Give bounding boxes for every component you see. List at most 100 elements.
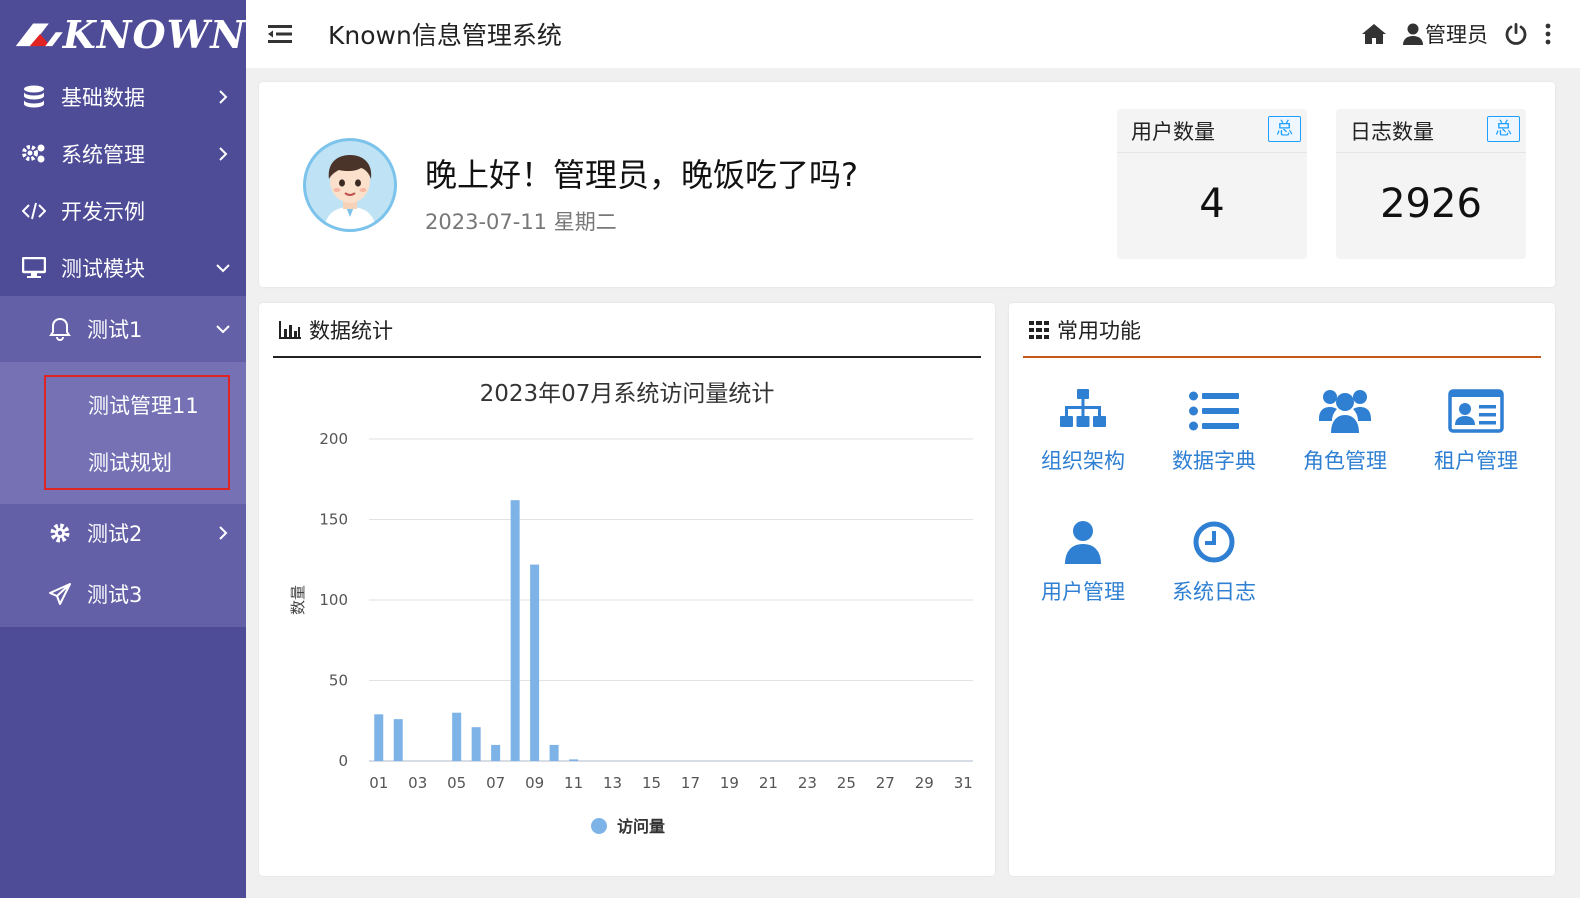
x-tick-label: 07 <box>486 774 505 792</box>
function-label: 角色管理 <box>1303 449 1387 473</box>
sidebar-item-system-management[interactable]: 系统管理 <box>0 125 246 182</box>
function-label: 系统日志 <box>1172 580 1256 604</box>
sidebar-item-label: 测试3 <box>87 583 143 607</box>
stat-log-count: 日志数量 总 2926 <box>1336 109 1526 259</box>
stat-user-count: 用户数量 总 4 <box>1117 109 1307 259</box>
y-tick-label: 0 <box>338 752 348 770</box>
sidebar-item-dev-examples[interactable]: 开发示例 <box>0 182 246 239</box>
sidebar-item-label: 基础数据 <box>61 85 145 110</box>
sidebar-item-label: 开发示例 <box>61 199 145 224</box>
x-tick-label: 29 <box>915 774 934 792</box>
desktop-icon <box>22 256 46 280</box>
function-label: 组织架构 <box>1041 449 1125 473</box>
bar-11 <box>569 759 579 761</box>
sidebar-item-label: 测试管理11 <box>88 393 199 418</box>
function-role-management[interactable]: 角色管理 <box>1285 385 1405 475</box>
bar-chart-icon <box>279 320 301 339</box>
y-tick-label: 50 <box>329 672 348 690</box>
logo-mark-icon <box>15 23 63 47</box>
x-tick-label: 17 <box>681 774 700 792</box>
power-icon[interactable] <box>1504 22 1528 46</box>
chevron-right-icon <box>216 89 230 104</box>
sidebar-item-basic-data[interactable]: 基础数据 <box>0 68 246 125</box>
x-tick-label: 19 <box>720 774 739 792</box>
sidebar-item-test2[interactable]: 测试2 <box>0 504 246 561</box>
bar-09 <box>530 564 540 761</box>
panel-header: 常用功能 <box>1023 303 1541 358</box>
visits-bar-chart: 2023年07月系统访问量统计 0 50 100 150 200 数量 01 03 05 07 09 1… <box>289 381 973 836</box>
function-user-management[interactable]: 用户管理 <box>1023 516 1143 606</box>
id-card-icon <box>1416 385 1536 437</box>
x-tick-label: 03 <box>408 774 427 792</box>
x-tick-label: 23 <box>798 774 817 792</box>
sidebar-submenu-test-module: 测试1 测试管理11 测试规划 测试2 测试3 <box>0 296 246 627</box>
stat-value: 4 <box>1199 181 1225 227</box>
greeting-text: 晚上好！管理员，晚饭吃了吗? <box>425 156 858 194</box>
top-bar: Known信息管理系统 管理员 <box>246 0 1580 68</box>
sidebar-item-label: 测试1 <box>87 318 143 342</box>
home-icon[interactable] <box>1361 23 1387 45</box>
sidebar-item-test3[interactable]: 测试3 <box>0 561 246 627</box>
sidebar-item-test1[interactable]: 测试1 <box>0 296 246 362</box>
sidebar-item-test-management-11[interactable]: 测试管理11 <box>0 376 246 433</box>
user-menu[interactable]: 管理员 <box>1403 19 1488 49</box>
x-tick-label: 31 <box>954 774 973 792</box>
menu-toggle-icon[interactable] <box>268 21 294 47</box>
panel-title: 数据统计 <box>309 318 393 343</box>
y-tick-label: 150 <box>319 511 348 529</box>
bar-10 <box>549 744 559 761</box>
sidebar-item-label: 系统管理 <box>61 142 145 167</box>
function-tenant-management[interactable]: 租户管理 <box>1416 385 1536 475</box>
x-tick-label: 27 <box>876 774 895 792</box>
function-data-dictionary[interactable]: 数据字典 <box>1154 385 1274 475</box>
panel-title: 常用功能 <box>1057 318 1141 343</box>
sidebar: KNOWN 基础数据 系统管理 开发示例 测试模块 测试1 测试管理11 测试规… <box>0 0 246 898</box>
stat-value: 2926 <box>1380 181 1482 227</box>
x-tick-label: 15 <box>642 774 661 792</box>
bell-icon <box>48 317 72 341</box>
function-label: 租户管理 <box>1434 449 1518 473</box>
x-tick-label: 13 <box>603 774 622 792</box>
welcome-card: 晚上好！管理员，晚饭吃了吗? 2023-07-11 星期二 用户数量 总 4 日… <box>259 82 1555 287</box>
chevron-right-icon <box>216 146 230 161</box>
bar-05 <box>452 712 462 761</box>
sidebar-item-label: 测试模块 <box>61 256 145 281</box>
x-tick-label: 05 <box>447 774 466 792</box>
sidebar-item-test-planning[interactable]: 测试规划 <box>0 433 246 490</box>
user-icon <box>1403 23 1423 45</box>
database-icon <box>22 85 46 109</box>
chart-title: 2023年07月系统访问量统计 <box>480 381 775 407</box>
bar-02 <box>393 719 403 761</box>
list-icon <box>1154 385 1274 437</box>
function-org-structure[interactable]: 组织架构 <box>1023 385 1143 475</box>
function-system-log[interactable]: 系统日志 <box>1154 516 1274 606</box>
sidebar-item-label: 测试2 <box>87 521 143 546</box>
x-tick-label: 21 <box>759 774 778 792</box>
common-functions-card: 常用功能 组织架构 数据字典 角色管理 租户管理 用户管理 系统日志 <box>1009 303 1555 876</box>
y-tick-label: 100 <box>319 591 348 609</box>
user-icon <box>1023 516 1143 568</box>
bar-06 <box>471 727 481 761</box>
bar-01 <box>374 714 384 761</box>
x-tick-label: 01 <box>369 774 388 792</box>
sidebar-item-test-module[interactable]: 测试模块 <box>0 239 246 296</box>
stat-badge: 总 <box>1487 116 1520 142</box>
function-label: 用户管理 <box>1041 580 1125 604</box>
code-icon <box>22 199 46 223</box>
y-tick-label: 200 <box>319 430 348 448</box>
stat-badge: 总 <box>1268 116 1301 142</box>
sitemap-icon <box>1023 385 1143 437</box>
chevron-right-icon <box>216 525 230 540</box>
bar-07 <box>491 744 501 761</box>
more-vertical-icon[interactable] <box>1544 23 1552 45</box>
logo[interactable]: KNOWN <box>0 0 246 68</box>
top-right-tools: 管理员 <box>1361 0 1552 68</box>
date-text: 2023-07-11 星期二 <box>425 210 617 234</box>
app-title: Known信息管理系统 <box>328 21 562 50</box>
users-icon <box>1285 385 1405 437</box>
data-statistics-card: 数据统计 2023年07月系统访问量统计 0 50 100 150 200 数量 01 03 05… <box>259 303 995 876</box>
sidebar-item-label: 测试规划 <box>88 450 172 475</box>
paper-plane-icon <box>48 582 72 606</box>
user-name: 管理员 <box>1425 23 1488 47</box>
function-label: 数据字典 <box>1172 449 1256 473</box>
